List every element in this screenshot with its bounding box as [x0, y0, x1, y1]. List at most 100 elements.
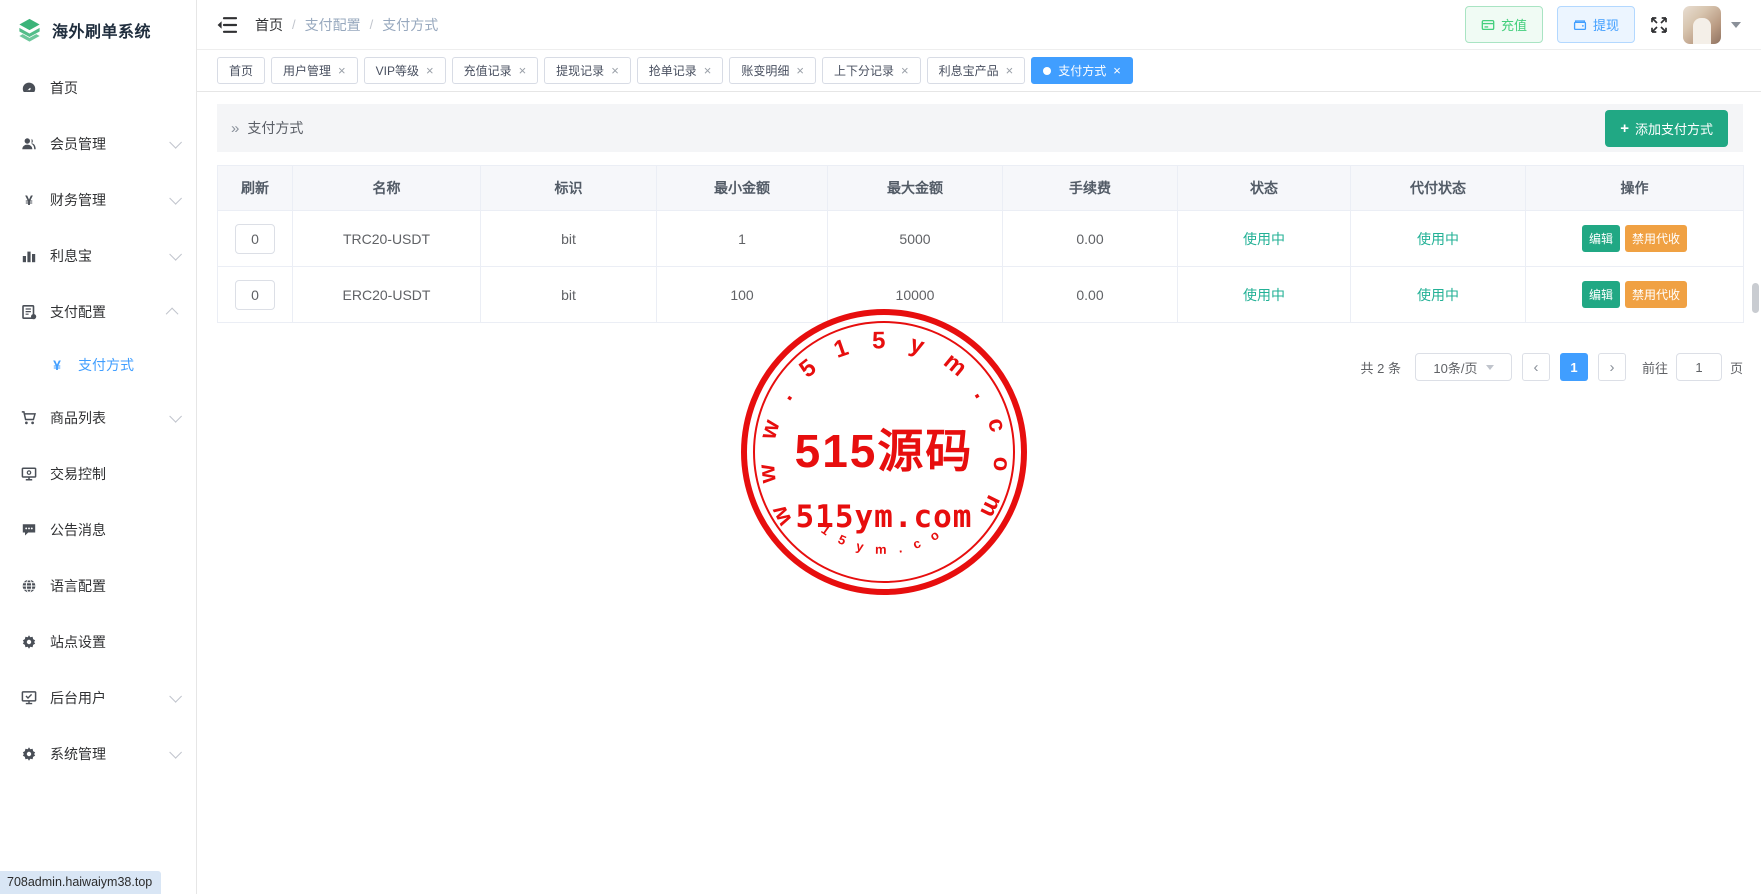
tab-利息宝产品[interactable]: 利息宝产品 × — [927, 57, 1026, 84]
table-header-row: 刷新名称标识最小金额最大金额手续费状态代付状态操作 — [218, 166, 1744, 211]
status-cell: 使用中 — [1178, 211, 1351, 267]
chevron-down-icon — [169, 746, 182, 759]
sidebar-collapse-icon[interactable] — [217, 16, 237, 34]
sidebar-item-label: 公告消息 — [50, 520, 106, 540]
app-logo: 海外刷单系统 — [0, 0, 196, 60]
tab-首页[interactable]: 首页 — [217, 57, 265, 84]
tab-充值记录[interactable]: 充值记录× — [452, 57, 539, 84]
goto-page-input[interactable] — [1676, 353, 1722, 381]
tab-label: 首页 — [229, 62, 253, 79]
edit-button[interactable]: 编辑 — [1582, 225, 1620, 252]
withdraw-button[interactable]: 提现 — [1557, 6, 1635, 43]
page-unit-label: 页 — [1730, 358, 1743, 377]
yen-icon: ¥ — [21, 192, 37, 208]
monitor-icon — [21, 466, 37, 482]
sidebar-item-交易控制[interactable]: 交易控制 — [0, 446, 196, 502]
tab-提现记录[interactable]: 提现记录 × — [544, 57, 631, 84]
sidebar-item-label: 支付方式 — [78, 355, 134, 375]
column-header-名称: 名称 — [293, 166, 481, 211]
current-page-button[interactable]: 1 — [1560, 353, 1588, 381]
payout-status-cell: 使用中 — [1351, 211, 1526, 267]
close-icon[interactable]: × — [704, 64, 712, 77]
chevron-down-icon — [169, 136, 182, 149]
add-payment-label: 添加支付方式 — [1635, 119, 1713, 138]
column-header-最大金额: 最大金额 — [828, 166, 1003, 211]
table-row: TRC20-USDTbit150000.00使用中使用中编辑禁用代收 — [218, 211, 1744, 267]
user-menu-caret-icon[interactable] — [1731, 22, 1741, 28]
tag-tabs-bar: 首页用户管理×VIP等级×充值记录×提现记录×抢单记录×账变明细×上下分记录×利… — [197, 50, 1761, 92]
actions-cell: 编辑禁用代收 — [1526, 267, 1744, 323]
sidebar-item-首页[interactable]: 首页 — [0, 60, 196, 116]
tab-支付方式[interactable]: 支付方式× — [1031, 57, 1133, 84]
close-icon[interactable]: × — [796, 64, 804, 77]
close-icon[interactable]: × — [611, 64, 619, 77]
recharge-button[interactable]: 充值 — [1465, 6, 1543, 43]
code-cell: bit — [481, 211, 657, 267]
tab-label: 利息宝产品 — [939, 62, 999, 79]
close-icon[interactable]: × — [338, 64, 346, 77]
add-payment-method-button[interactable]: + 添加支付方式 — [1605, 110, 1728, 147]
breadcrumb-item-支付配置[interactable]: 支付配置 — [305, 15, 361, 35]
sidebar-item-label: 交易控制 — [50, 464, 106, 484]
fullscreen-icon[interactable] — [1649, 15, 1669, 35]
sidebar-item-支付配置[interactable]: 支付配置 — [0, 284, 196, 340]
max-amount-cell: 10000 — [828, 267, 1003, 323]
svg-text:¥: ¥ — [53, 357, 61, 373]
sidebar-item-label: 首页 — [50, 78, 78, 98]
edit-button[interactable]: 编辑 — [1582, 281, 1620, 308]
column-header-手续费: 手续费 — [1003, 166, 1178, 211]
sidebar-item-站点设置[interactable]: 站点设置 — [0, 614, 196, 670]
scrollbar-thumb[interactable] — [1752, 283, 1759, 313]
disable-collect-button[interactable]: 禁用代收 — [1625, 281, 1687, 308]
refresh-input[interactable] — [235, 224, 275, 254]
chevron-down-icon — [169, 192, 182, 205]
close-icon[interactable]: × — [901, 64, 909, 77]
refresh-input[interactable] — [235, 280, 275, 310]
refresh-cell — [218, 211, 293, 267]
next-page-button[interactable]: › — [1598, 353, 1626, 381]
wallet-icon — [1573, 18, 1587, 32]
sidebar-item-财务管理[interactable]: ¥财务管理 — [0, 172, 196, 228]
disable-collect-button[interactable]: 禁用代收 — [1625, 225, 1687, 252]
panel-title: » 支付方式 — [231, 118, 303, 138]
row-actions: 编辑禁用代收 — [1526, 225, 1743, 252]
tab-VIP等级[interactable]: VIP等级× — [364, 57, 446, 84]
close-icon[interactable]: × — [1006, 64, 1014, 77]
sidebar-item-商品列表[interactable]: 商品列表 — [0, 390, 196, 446]
payout-status-cell: 使用中 — [1351, 267, 1526, 323]
sidebar-item-系统管理[interactable]: 系统管理 — [0, 726, 196, 782]
sidebar-item-公告消息[interactable]: 公告消息 — [0, 502, 196, 558]
sidebar-item-后台用户[interactable]: 后台用户 — [0, 670, 196, 726]
tab-用户管理[interactable]: 用户管理× — [271, 57, 358, 84]
refresh-cell — [218, 267, 293, 323]
sidebar-menu: 首页会员管理¥财务管理利息宝支付配置 ¥ 支付方式商品列表交易控制公告消息语言配置站… — [0, 60, 196, 782]
tab-账变明细[interactable]: 账变明细 × — [729, 57, 816, 84]
table-body: TRC20-USDTbit150000.00使用中使用中编辑禁用代收ERC20-… — [218, 211, 1744, 323]
breadcrumb-item-首页[interactable]: 首页 — [255, 15, 283, 35]
close-icon[interactable]: × — [519, 64, 527, 77]
bar-chart-icon — [21, 248, 37, 264]
tab-上下分记录[interactable]: 上下分记录 × — [822, 57, 921, 84]
tab-抢单记录[interactable]: 抢单记录× — [637, 57, 724, 84]
tab-label: 账变明细 — [741, 62, 789, 79]
tab-label: 提现记录 — [556, 62, 604, 79]
sidebar-item-语言配置[interactable]: 语言配置 — [0, 558, 196, 614]
page-size-select[interactable]: 10条/页 — [1415, 353, 1512, 381]
close-icon[interactable]: × — [426, 64, 434, 77]
sidebar-item-利息宝[interactable]: 利息宝 — [0, 228, 196, 284]
sidebar-item-label: 语言配置 — [50, 576, 106, 596]
breadcrumb-item-支付方式[interactable]: 支付方式 — [382, 15, 438, 35]
sidebar-item-支付方式[interactable]: ¥ 支付方式 — [0, 340, 196, 390]
cart-icon — [21, 410, 37, 426]
active-dot-icon — [1043, 67, 1051, 75]
prev-page-button[interactable]: ‹ — [1522, 353, 1550, 381]
tab-label: 上下分记录 — [834, 62, 894, 79]
double-chevron-icon: » — [231, 120, 239, 137]
sidebar: 海外刷单系统 首页会员管理¥财务管理利息宝支付配置 ¥ 支付方式商品列表交易控制公告… — [0, 0, 197, 894]
sidebar-item-label: 商品列表 — [50, 408, 106, 428]
sidebar-item-会员管理[interactable]: 会员管理 — [0, 116, 196, 172]
gear-icon — [21, 746, 37, 762]
fee-cell: 0.00 — [1003, 211, 1178, 267]
close-icon[interactable]: × — [1113, 64, 1121, 77]
user-avatar[interactable] — [1683, 6, 1721, 44]
